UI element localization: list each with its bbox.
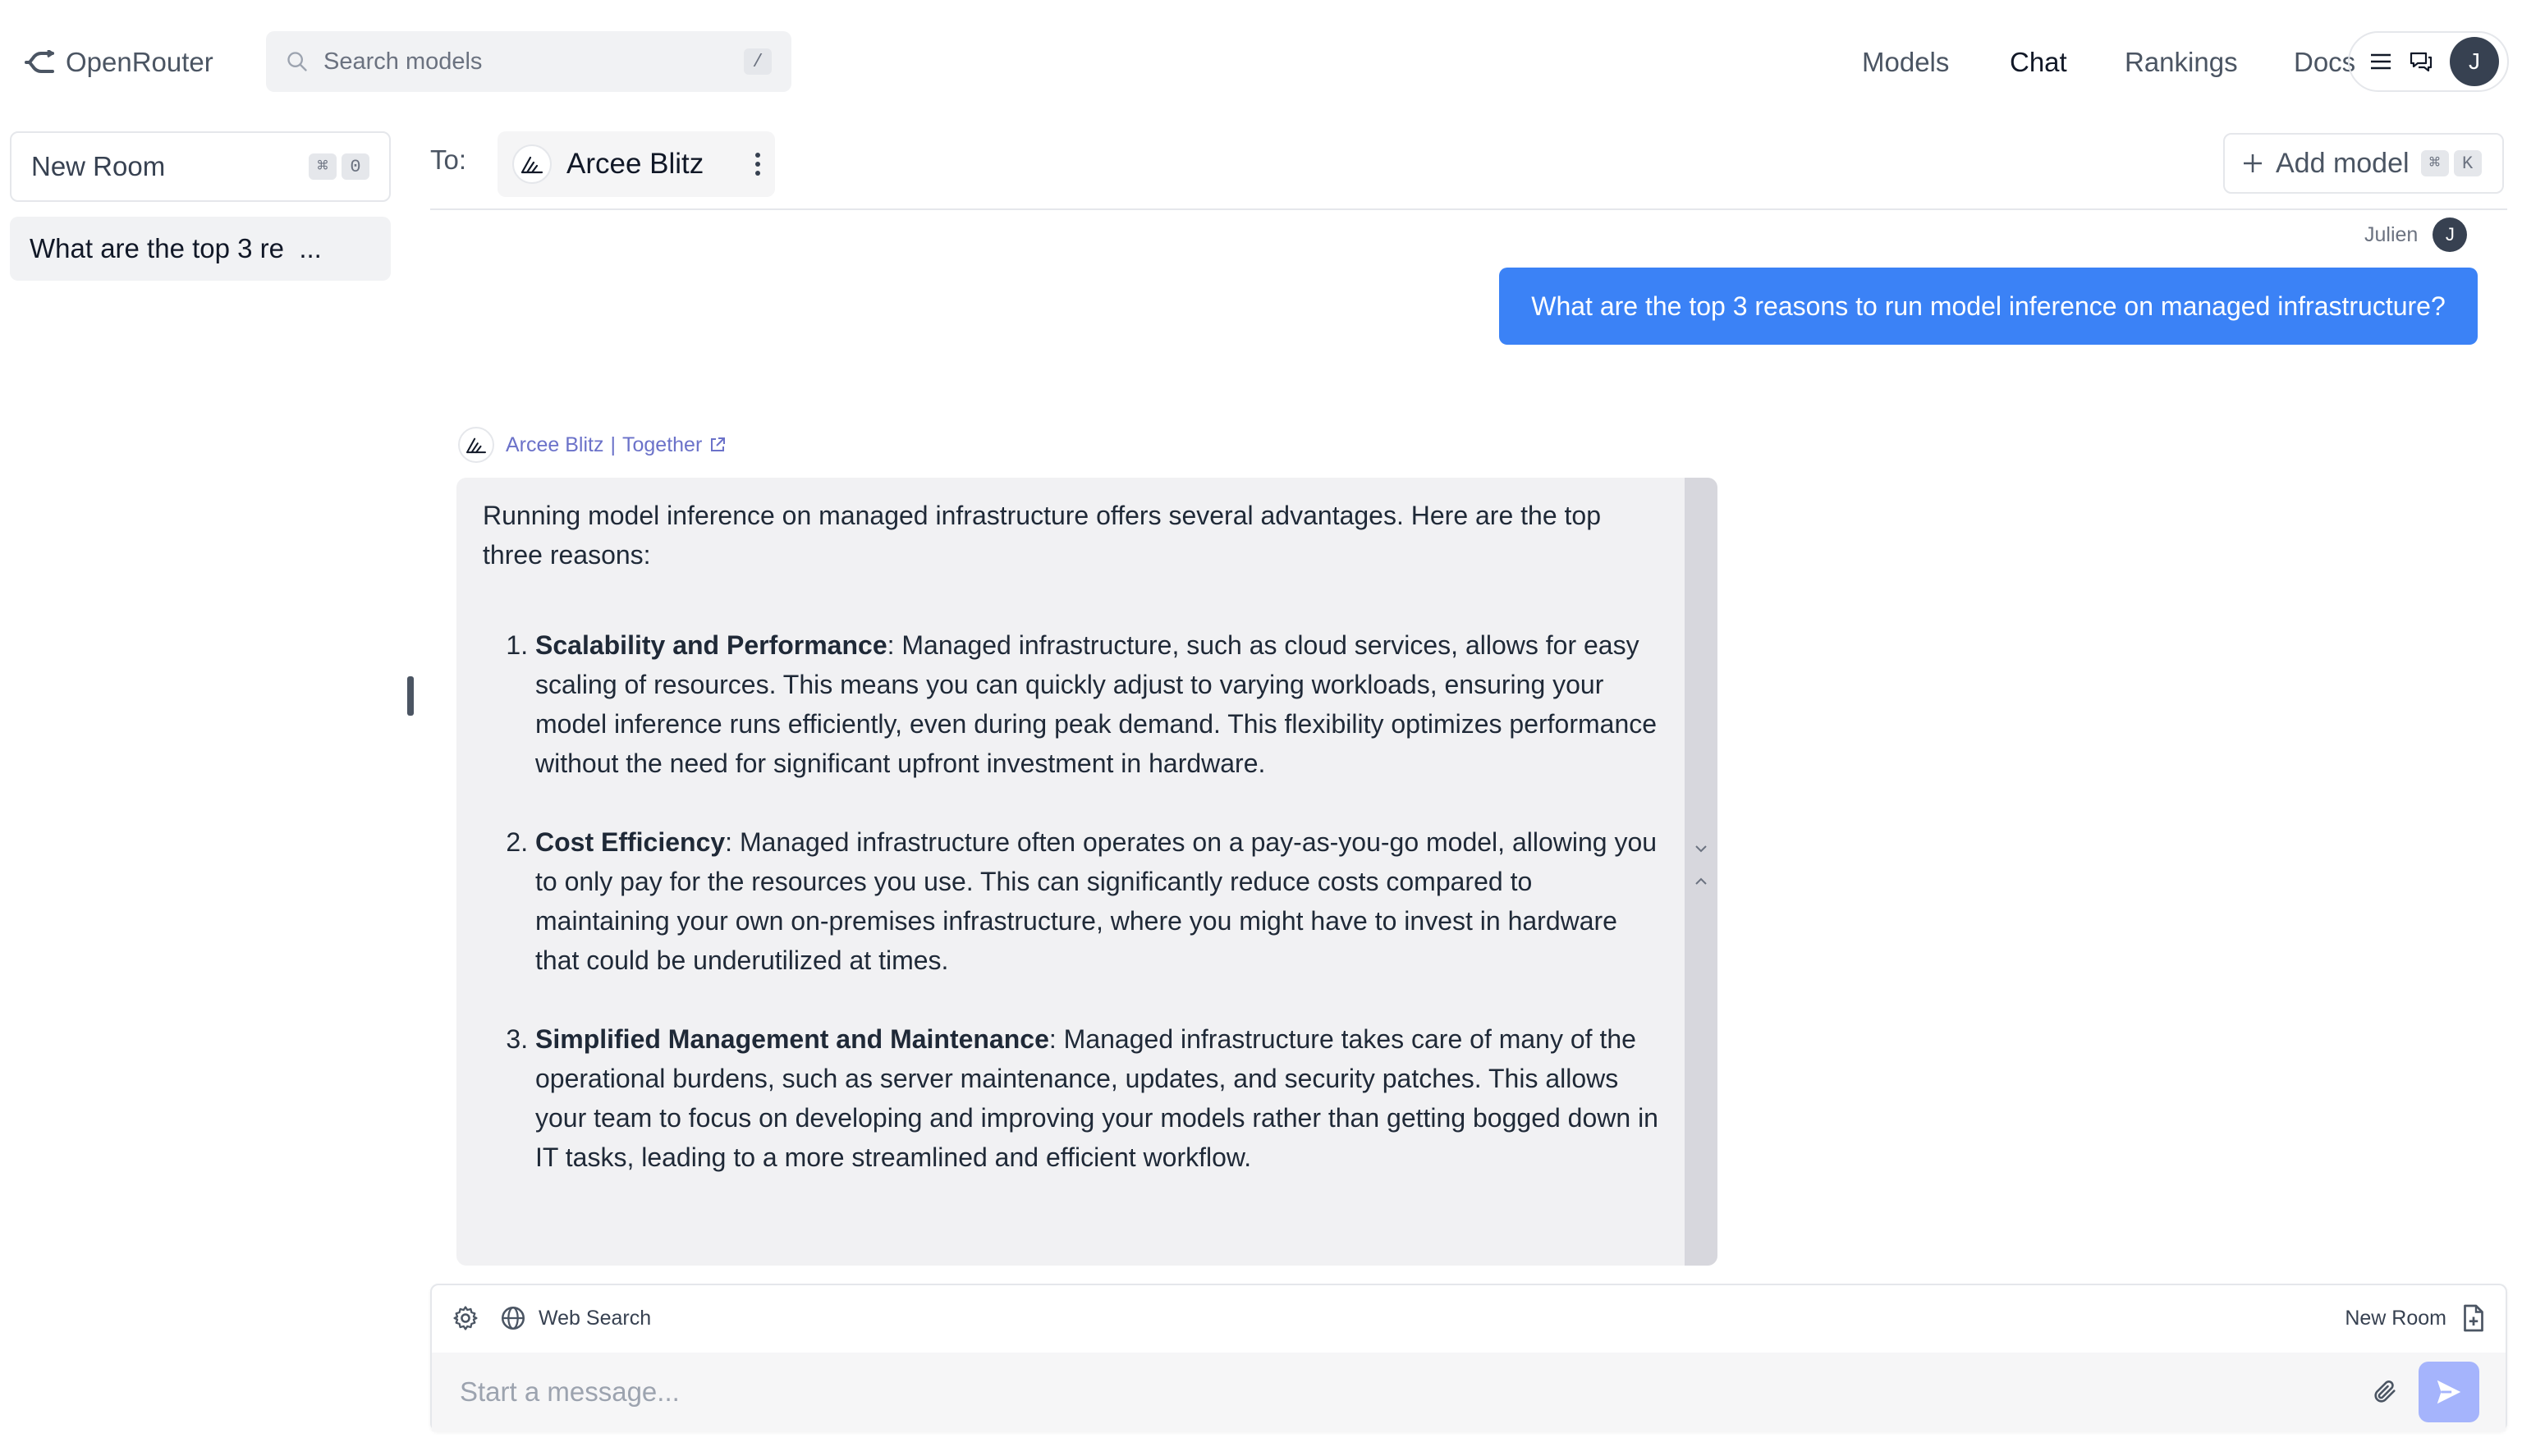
message-composer: Web Search New Room bbox=[430, 1284, 2507, 1431]
globe-icon bbox=[499, 1304, 527, 1332]
arcee-logo-icon bbox=[458, 427, 494, 463]
search-shortcut: / bbox=[744, 48, 772, 75]
to-label: To: bbox=[430, 144, 466, 176]
openrouter-logo-icon bbox=[25, 50, 54, 75]
search-bar[interactable]: / bbox=[266, 31, 791, 92]
user-avatar[interactable]: J bbox=[2450, 37, 2499, 86]
room-item[interactable]: What are the top 3 re ... bbox=[10, 217, 391, 281]
assistant-model-name: Arcee Blitz bbox=[506, 433, 603, 457]
list-item: Cost Efficiency: Managed infrastructure … bbox=[535, 822, 1665, 980]
assistant-separator: | bbox=[610, 433, 616, 457]
chat-icon[interactable] bbox=[2409, 50, 2433, 73]
add-model-shortcut: ⌘ K bbox=[2421, 150, 2482, 176]
assistant-provider-name: Together bbox=[622, 433, 702, 457]
new-room-button[interactable]: New Room ⌘ 0 bbox=[10, 131, 391, 202]
new-document-icon bbox=[2461, 1303, 2486, 1333]
message-scrollbar[interactable] bbox=[1685, 478, 1717, 1266]
brand-name: OpenRouter bbox=[66, 47, 213, 78]
user-name: Julien bbox=[2364, 223, 2418, 247]
paperclip-icon[interactable] bbox=[2371, 1377, 2399, 1407]
assistant-message-meta: Arcee Blitz | Together bbox=[458, 427, 727, 463]
assistant-message-box: Running model inference on managed infra… bbox=[456, 478, 1717, 1266]
user-message-text: What are the top 3 reasons to run model … bbox=[1531, 291, 2446, 322]
chevron-down-icon[interactable] bbox=[1693, 840, 1709, 857]
user-message-avatar: J bbox=[2433, 217, 2467, 252]
web-search-toggle[interactable]: Web Search bbox=[499, 1304, 651, 1332]
list-item: Simplified Management and Maintenance: M… bbox=[535, 1019, 1665, 1177]
assistant-intro: Running model inference on managed infra… bbox=[483, 496, 1665, 575]
model-name: Arcee Blitz bbox=[566, 148, 704, 181]
message-input[interactable] bbox=[458, 1376, 2371, 1408]
plus-icon bbox=[2241, 152, 2264, 175]
menu-icon[interactable] bbox=[2369, 52, 2392, 71]
user-message-bubble: What are the top 3 reasons to run model … bbox=[1499, 268, 2478, 345]
nav-models[interactable]: Models bbox=[1862, 39, 1949, 85]
new-room-shortcut: ⌘ 0 bbox=[309, 153, 369, 180]
send-icon bbox=[2433, 1376, 2465, 1408]
sidebar-resize-handle[interactable] bbox=[407, 676, 414, 716]
composer-toolbar: Web Search New Room bbox=[432, 1285, 2506, 1351]
web-search-label: Web Search bbox=[539, 1307, 651, 1330]
list-item: Scalability and Performance: Managed inf… bbox=[535, 625, 1665, 783]
assistant-points-list: Scalability and Performance: Managed inf… bbox=[483, 625, 1665, 1177]
nav-rankings[interactable]: Rankings bbox=[2125, 39, 2238, 85]
assistant-message-content: Running model inference on managed infra… bbox=[483, 496, 1665, 1216]
add-model-label: Add model bbox=[2276, 148, 2410, 180]
settings-gear-icon[interactable] bbox=[452, 1304, 479, 1332]
send-button[interactable] bbox=[2419, 1362, 2479, 1422]
room-title: What are the top 3 re ... bbox=[30, 233, 322, 264]
model-chip[interactable]: Arcee Blitz bbox=[498, 131, 775, 197]
external-link-icon bbox=[708, 436, 727, 454]
search-icon bbox=[286, 50, 309, 73]
brand-logo-link[interactable]: OpenRouter bbox=[25, 41, 213, 84]
arcee-logo-icon bbox=[512, 144, 552, 184]
nav-docs[interactable]: Docs bbox=[2294, 39, 2355, 85]
composer-input-area bbox=[432, 1353, 2506, 1431]
nav-chat[interactable]: Chat bbox=[2010, 39, 2067, 85]
composer-new-room-button[interactable]: New Room bbox=[2345, 1303, 2486, 1333]
assistant-provider-link[interactable]: Arcee Blitz | Together bbox=[506, 433, 727, 457]
header-tools: J bbox=[2348, 31, 2509, 92]
point-title: Cost Efficiency bbox=[535, 827, 725, 857]
search-input[interactable] bbox=[322, 48, 731, 76]
point-title: Scalability and Performance bbox=[535, 630, 887, 660]
more-options-icon[interactable] bbox=[755, 153, 760, 176]
chevron-up-icon[interactable] bbox=[1693, 873, 1709, 890]
point-title: Simplified Management and Maintenance bbox=[535, 1024, 1049, 1054]
composer-new-room-label: New Room bbox=[2345, 1307, 2446, 1330]
user-message-meta: Julien J bbox=[2364, 218, 2467, 251]
new-room-label: New Room bbox=[31, 151, 165, 182]
chat-divider bbox=[430, 208, 2507, 210]
add-model-button[interactable]: Add model ⌘ K bbox=[2223, 133, 2504, 194]
